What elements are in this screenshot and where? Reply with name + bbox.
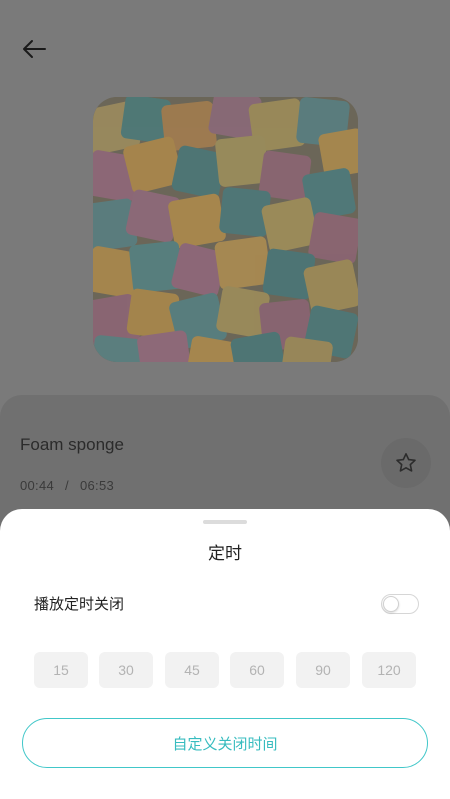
favorite-button[interactable] bbox=[381, 438, 431, 488]
track-time: 00:44 / 06:53 bbox=[20, 478, 114, 493]
preset-60-button[interactable]: 60 bbox=[230, 652, 284, 688]
timer-toggle-switch[interactable] bbox=[381, 594, 419, 614]
track-title: Foam sponge bbox=[20, 435, 124, 454]
sheet-drag-handle[interactable] bbox=[203, 520, 247, 524]
time-separator: / bbox=[65, 478, 69, 493]
back-button[interactable] bbox=[18, 34, 50, 64]
timer-toggle-label: 播放定时关闭 bbox=[34, 596, 125, 613]
preset-90-button[interactable]: 90 bbox=[296, 652, 350, 688]
toggle-knob bbox=[383, 596, 399, 612]
arrow-left-icon bbox=[23, 40, 46, 58]
preset-30-button[interactable]: 30 bbox=[99, 652, 153, 688]
total-duration: 06:53 bbox=[79, 478, 115, 493]
album-cover-image bbox=[93, 97, 358, 362]
star-outline-icon bbox=[396, 453, 416, 472]
preset-45-button[interactable]: 45 bbox=[165, 652, 219, 688]
preset-15-button[interactable]: 15 bbox=[34, 652, 88, 688]
preset-120-button[interactable]: 120 bbox=[362, 652, 416, 688]
foam-sponge-artwork bbox=[93, 97, 358, 362]
sheet-title: 定时 bbox=[208, 544, 242, 563]
current-time: 00:44 bbox=[20, 478, 55, 493]
timer-preset-list: 15 30 45 60 90 120 bbox=[34, 652, 416, 688]
custom-close-time-button[interactable]: 自定义关闭时间 bbox=[22, 718, 428, 768]
